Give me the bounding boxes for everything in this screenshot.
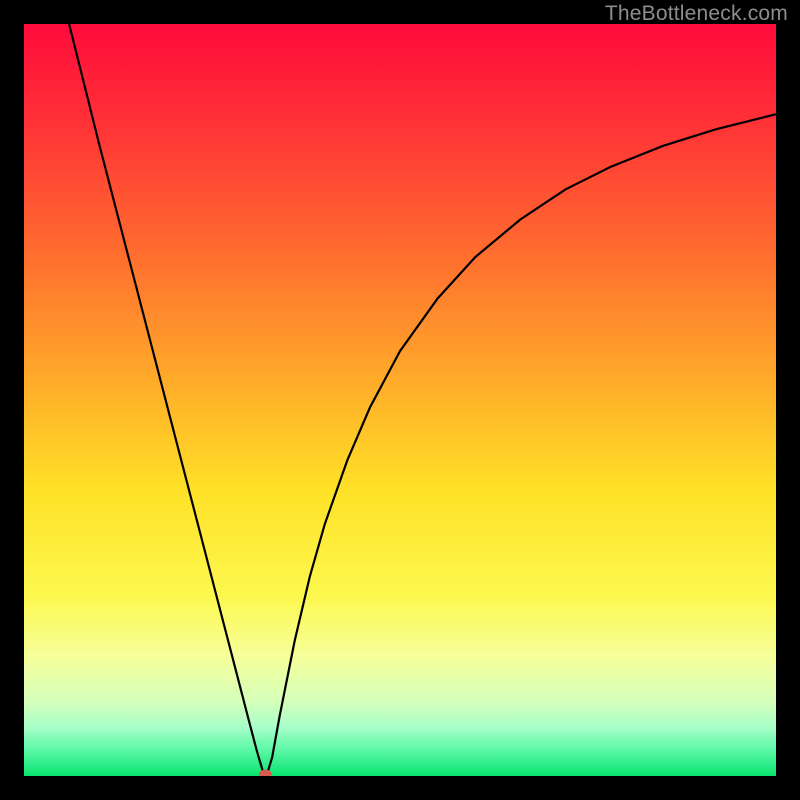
chart-frame [24, 24, 776, 776]
bottleneck-chart [24, 24, 776, 776]
watermark-text: TheBottleneck.com [605, 2, 788, 26]
chart-background [24, 24, 776, 776]
